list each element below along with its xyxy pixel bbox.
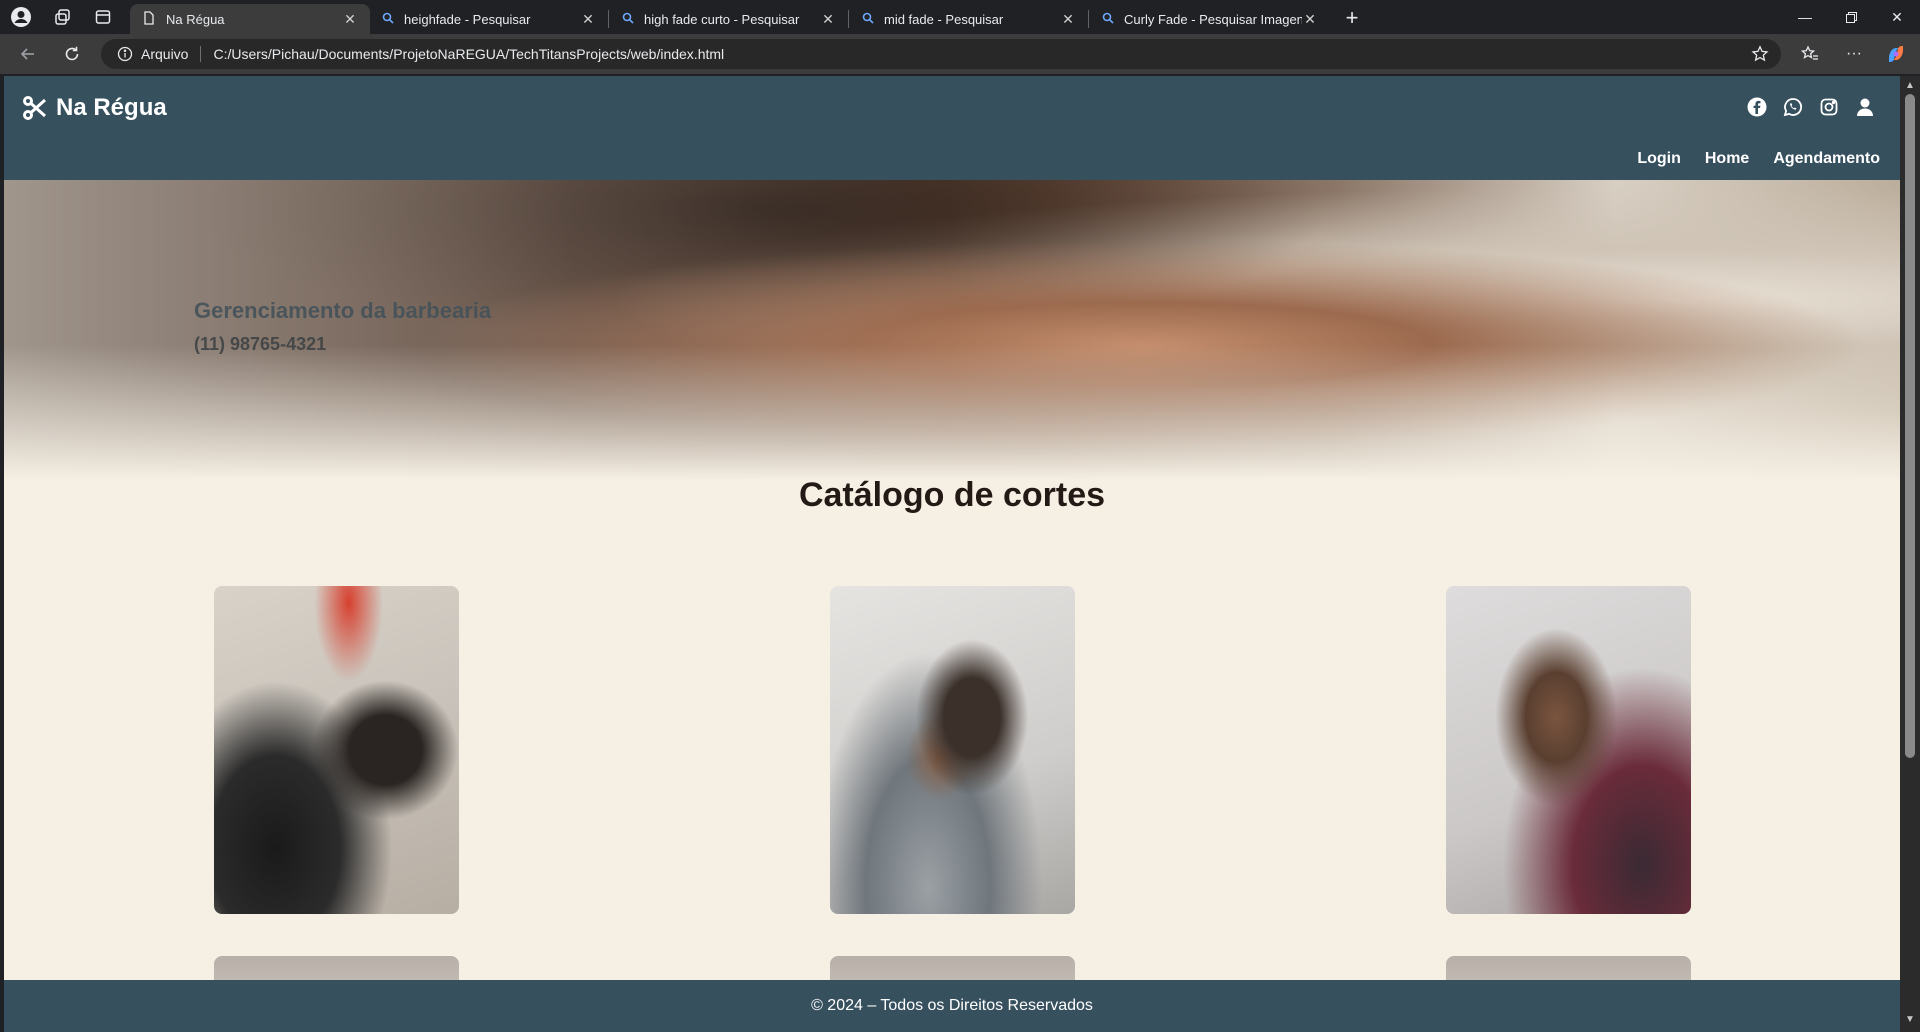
browser-tabstrip: Na Régua ✕ heighfade - Pesquisar ✕ high … [0, 0, 1920, 34]
restore-icon[interactable] [1828, 0, 1874, 34]
whatsapp-icon[interactable] [1782, 96, 1804, 118]
search-icon [862, 12, 874, 27]
menu-login-link[interactable]: Login [1637, 150, 1681, 168]
close-icon[interactable]: ✕ [820, 11, 836, 27]
minimize-icon[interactable]: — [1782, 0, 1828, 34]
page-scrollbar[interactable]: ▲ ▼ [1900, 76, 1920, 1032]
hero-banner: Gerenciamento da barbearia (11) 98765-43… [4, 180, 1900, 480]
facebook-icon[interactable] [1746, 96, 1768, 118]
tab-title: high fade curto - Pesquisar [644, 11, 800, 27]
tab-actions-icon[interactable] [86, 0, 120, 34]
tab-high-fade-curto[interactable]: high fade curto - Pesquisar ✕ [610, 4, 848, 34]
scroll-up-icon[interactable]: ▲ [1904, 80, 1916, 92]
tab-heighfade[interactable]: heighfade - Pesquisar ✕ [370, 4, 608, 34]
close-icon[interactable]: ✕ [1060, 11, 1076, 27]
tab-separator [1088, 10, 1089, 28]
site-footer: © 2024 – Todos os Direitos Reservados [4, 980, 1900, 1032]
search-icon [1102, 12, 1114, 27]
search-icon [622, 12, 634, 27]
workspaces-icon[interactable] [46, 0, 80, 34]
tab-title: Curly Fade - Pesquisar Imagens [1124, 11, 1302, 27]
address-bar[interactable]: Arquivo C:/Users/Pichau/Documents/Projet… [101, 39, 1781, 69]
catalog-title: Catálogo de cortes [798, 476, 1106, 514]
favorites-icon[interactable] [1796, 40, 1824, 68]
browser-toolbar: Arquivo C:/Users/Pichau/Documents/Projet… [0, 34, 1920, 74]
reload-icon[interactable] [58, 40, 86, 68]
footer-copyright: © 2024 – Todos os Direitos Reservados [811, 997, 1093, 1014]
main-menu: Login Home Agendamento [1637, 150, 1880, 168]
close-icon[interactable]: ✕ [342, 11, 358, 27]
search-icon [382, 12, 394, 27]
address-separator [200, 46, 202, 62]
close-icon[interactable]: ✕ [580, 11, 596, 27]
site-header: Na Régua Login Home Agendamento [4, 76, 1900, 180]
scrollbar-thumb[interactable] [1905, 94, 1915, 758]
user-icon[interactable] [1854, 96, 1876, 118]
copilot-icon[interactable] [1882, 40, 1910, 68]
page-icon [142, 10, 156, 28]
haircut-card[interactable] [1446, 586, 1691, 914]
social-icons [1746, 96, 1876, 118]
tab-separator [608, 10, 609, 28]
scroll-down-icon[interactable]: ▼ [1904, 1014, 1916, 1026]
tab-title: Na Régua [166, 11, 225, 27]
back-icon[interactable] [14, 40, 42, 68]
info-icon[interactable] [117, 46, 133, 62]
scissors-icon [22, 95, 56, 121]
page-viewport: Na Régua Login Home Agendamento Gerencia… [4, 76, 1900, 1032]
brand-logo[interactable]: Na Régua [22, 94, 167, 122]
tab-curly-fade[interactable]: Curly Fade - Pesquisar Imagens ✕ [1090, 4, 1330, 34]
menu-agendamento-link[interactable]: Agendamento [1773, 150, 1880, 168]
profile-icon[interactable] [4, 0, 38, 34]
tab-mid-fade[interactable]: mid fade - Pesquisar ✕ [850, 4, 1088, 34]
brand-name: Na Régua [56, 94, 167, 121]
haircut-card[interactable] [214, 586, 459, 914]
hero-text: Gerenciamento da barbearia (11) 98765-43… [194, 298, 491, 355]
close-icon[interactable]: ✕ [1302, 11, 1318, 27]
hero-phone: (11) 98765-4321 [194, 334, 327, 354]
hero-title: Gerenciamento da barbearia [194, 298, 492, 323]
tab-na-regua[interactable]: Na Régua ✕ [130, 4, 370, 34]
more-options-icon[interactable]: ··· [1840, 40, 1868, 68]
url-text[interactable]: C:/Users/Pichau/Documents/ProjetoNaREGUA… [213, 46, 724, 62]
security-label: Arquivo [141, 46, 189, 62]
tab-separator [848, 10, 849, 28]
tab-title: mid fade - Pesquisar [884, 11, 1004, 27]
menu-home-link[interactable]: Home [1705, 150, 1749, 168]
favorite-star-icon[interactable] [1746, 40, 1774, 68]
haircut-card[interactable] [830, 586, 1075, 914]
new-tab-button[interactable]: + [1338, 4, 1366, 32]
instagram-icon[interactable] [1818, 96, 1840, 118]
close-window-icon[interactable]: ✕ [1874, 0, 1920, 34]
tab-title: heighfade - Pesquisar [404, 11, 531, 27]
